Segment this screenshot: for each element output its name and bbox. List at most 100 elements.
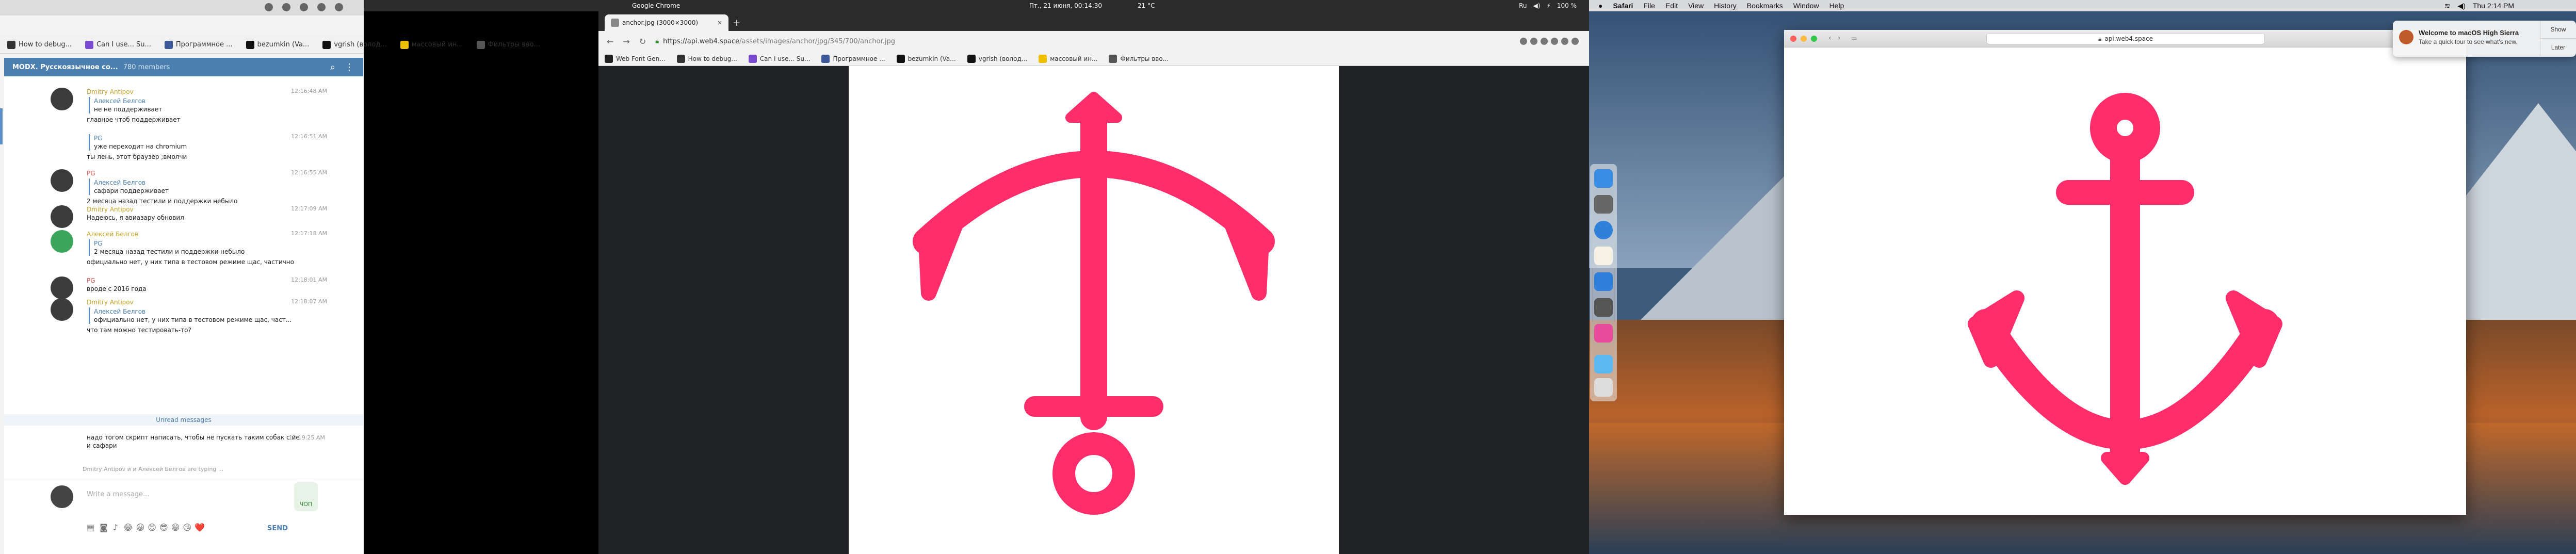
avatar[interactable] xyxy=(51,230,73,253)
reply-quote[interactable]: PG 2 месяца назад тестили и поддержки неб… xyxy=(89,239,303,256)
menubar-clock[interactable]: Thu 2:14 PM xyxy=(2473,2,2514,10)
extension-icon[interactable] xyxy=(265,3,273,11)
battery-icon[interactable]: ⚡ xyxy=(1546,2,1550,9)
sticker-preview[interactable]: ЧОП xyxy=(294,482,318,511)
clock[interactable]: Пт., 21 июня, 00:14:30 xyxy=(1029,2,1102,9)
bookmark-item[interactable]: Фильтры вво... xyxy=(476,40,540,49)
extension-icon[interactable] xyxy=(1520,38,1527,45)
avatar[interactable] xyxy=(51,169,73,192)
bookmark-item[interactable]: массовый ин... xyxy=(1039,54,1097,63)
back-icon[interactable]: ‹ xyxy=(1828,34,1832,42)
extension-icon[interactable] xyxy=(1530,38,1537,45)
bookmark-item[interactable]: How to debug... xyxy=(676,54,737,63)
bookmark-item[interactable]: Программное ... xyxy=(164,40,233,49)
sender-name[interactable]: PG xyxy=(87,276,303,285)
message-input[interactable]: Write a message... xyxy=(87,491,149,498)
reply-quote[interactable]: Алексей Белгов не не поддерживает xyxy=(89,97,303,113)
emoji-shortcut[interactable]: 😂 xyxy=(123,523,133,532)
show-button[interactable]: Show xyxy=(2540,21,2576,39)
trash-dock-icon[interactable] xyxy=(1594,378,1613,397)
notes-dock-icon[interactable] xyxy=(1594,247,1613,265)
close-window-button[interactable] xyxy=(1790,36,1796,42)
extension-icon[interactable] xyxy=(1541,38,1548,45)
extension-icon[interactable] xyxy=(1551,38,1558,45)
finder-dock-icon[interactable] xyxy=(1594,169,1613,188)
bookmark-item[interactable]: How to debug... xyxy=(7,40,72,49)
close-tab-icon[interactable]: × xyxy=(717,19,722,26)
lock-icon[interactable]: 🔒︎ xyxy=(655,38,659,45)
notification-banner[interactable]: Welcome to macOS High Sierra Take a quic… xyxy=(2393,21,2576,57)
menu-item-safari[interactable]: Safari xyxy=(1613,2,1633,10)
more-menu-icon[interactable]: ⋮ xyxy=(345,62,354,73)
emoji-shortcut[interactable]: 😊 xyxy=(148,523,156,532)
bookmark-item[interactable]: Can I use... Su... xyxy=(85,40,151,49)
zoom-window-button[interactable] xyxy=(1811,36,1817,42)
safari-address-bar[interactable]: 🔒︎ api.web4.space xyxy=(1986,33,2265,44)
downloads-folder-dock-icon[interactable] xyxy=(1594,355,1613,373)
bookmark-item[interactable]: Web Font Gen... xyxy=(605,54,666,63)
camera-icon[interactable]: ◙ xyxy=(100,523,108,532)
battery-percentage[interactable]: 100 % xyxy=(1557,2,1577,9)
microphone-icon[interactable]: ♪ xyxy=(113,523,118,532)
sender-name[interactable]: Алексей Белгов xyxy=(87,230,303,238)
emoji-shortcut[interactable]: 😁 xyxy=(171,523,180,532)
sender-name[interactable]: Dmitry Antipov xyxy=(87,88,303,96)
bookmark-item[interactable]: Фильтры вво... xyxy=(1109,54,1169,63)
avatar[interactable] xyxy=(51,205,73,228)
reload-icon[interactable]: ↻ xyxy=(639,37,646,46)
address-bar[interactable]: https://api.web4.space/assets/images/anc… xyxy=(663,38,895,45)
extension-icon[interactable] xyxy=(335,3,343,11)
search-icon[interactable]: ⌕ xyxy=(330,62,335,73)
extension-icon[interactable] xyxy=(1571,38,1579,45)
sender-name[interactable]: PG xyxy=(87,169,303,177)
wifi-icon[interactable]: ≋ xyxy=(2444,2,2451,10)
bookmark-item[interactable]: vgrish (волод... xyxy=(967,54,1027,63)
launchpad-dock-icon[interactable] xyxy=(1594,195,1613,214)
sender-name[interactable]: Dmitry Antipov xyxy=(87,298,303,306)
volume-icon[interactable]: ◀) xyxy=(1533,2,1541,9)
menu-item-edit[interactable]: Edit xyxy=(1665,2,1678,10)
menu-item-bookmarks[interactable]: Bookmarks xyxy=(1747,2,1783,10)
bookmark-item[interactable]: vgrish (волод... xyxy=(322,40,387,49)
extension-icon[interactable] xyxy=(317,3,326,11)
menu-item-file[interactable]: File xyxy=(1643,2,1655,10)
bookmark-item[interactable]: Can I use... Su... xyxy=(748,54,810,63)
extension-icon[interactable] xyxy=(300,3,308,11)
apple-menu-icon[interactable]: ● xyxy=(1598,2,1602,10)
back-icon[interactable]: ← xyxy=(607,37,613,46)
volume-icon[interactable]: ◀) xyxy=(2457,2,2465,10)
emoji-shortcut[interactable]: 😀 xyxy=(136,523,145,532)
avatar[interactable] xyxy=(51,276,73,299)
extension-icon[interactable] xyxy=(282,3,290,11)
attach-file-icon[interactable]: ▤ xyxy=(87,523,94,532)
forward-icon[interactable]: › xyxy=(1838,34,1841,42)
avatar[interactable] xyxy=(51,298,73,321)
reply-quote[interactable]: PG уже переходит на chromium xyxy=(89,134,303,151)
app-store-dock-icon[interactable] xyxy=(1594,272,1613,291)
later-button[interactable]: Later xyxy=(2540,39,2576,57)
bookmark-item[interactable]: bezumkin (Va... xyxy=(246,40,309,49)
reply-quote[interactable]: Алексей Белгов сафари поддерживает xyxy=(89,178,303,195)
chat-title[interactable]: MODX. Русскоязычное со... xyxy=(12,63,118,71)
emoji-shortcut[interactable]: 😎 xyxy=(159,523,168,532)
minimize-window-button[interactable] xyxy=(1801,36,1807,42)
bookmark-item[interactable]: bezumkin (Va... xyxy=(896,54,956,63)
menu-item-window[interactable]: Window xyxy=(1793,2,1819,10)
avatar[interactable] xyxy=(51,88,73,110)
anchor-image-view[interactable] xyxy=(849,66,1339,554)
bookmark-item[interactable]: массовый ин... xyxy=(400,40,463,49)
send-button[interactable]: SEND xyxy=(267,525,288,532)
safari-dock-icon[interactable] xyxy=(1594,221,1613,239)
keyboard-layout-indicator[interactable]: Ru xyxy=(1519,2,1527,9)
weather-indicator[interactable]: 21 °C xyxy=(1138,2,1155,9)
sidebar-icon[interactable]: ▭ xyxy=(1851,35,1857,42)
reply-quote[interactable]: Алексей Белгов официально нет, у них типа… xyxy=(89,307,303,324)
extension-icon[interactable] xyxy=(1561,38,1568,45)
bookmark-item[interactable]: Программное ... xyxy=(821,54,885,63)
menu-item-history[interactable]: History xyxy=(1714,2,1737,10)
sender-name[interactable]: Dmitry Antipov xyxy=(87,205,303,214)
new-tab-icon[interactable]: + xyxy=(733,18,740,28)
emoji-shortcut[interactable]: ❤️ xyxy=(195,523,205,532)
menu-item-help[interactable]: Help xyxy=(1829,2,1844,10)
system-preferences-dock-icon[interactable] xyxy=(1594,298,1613,317)
